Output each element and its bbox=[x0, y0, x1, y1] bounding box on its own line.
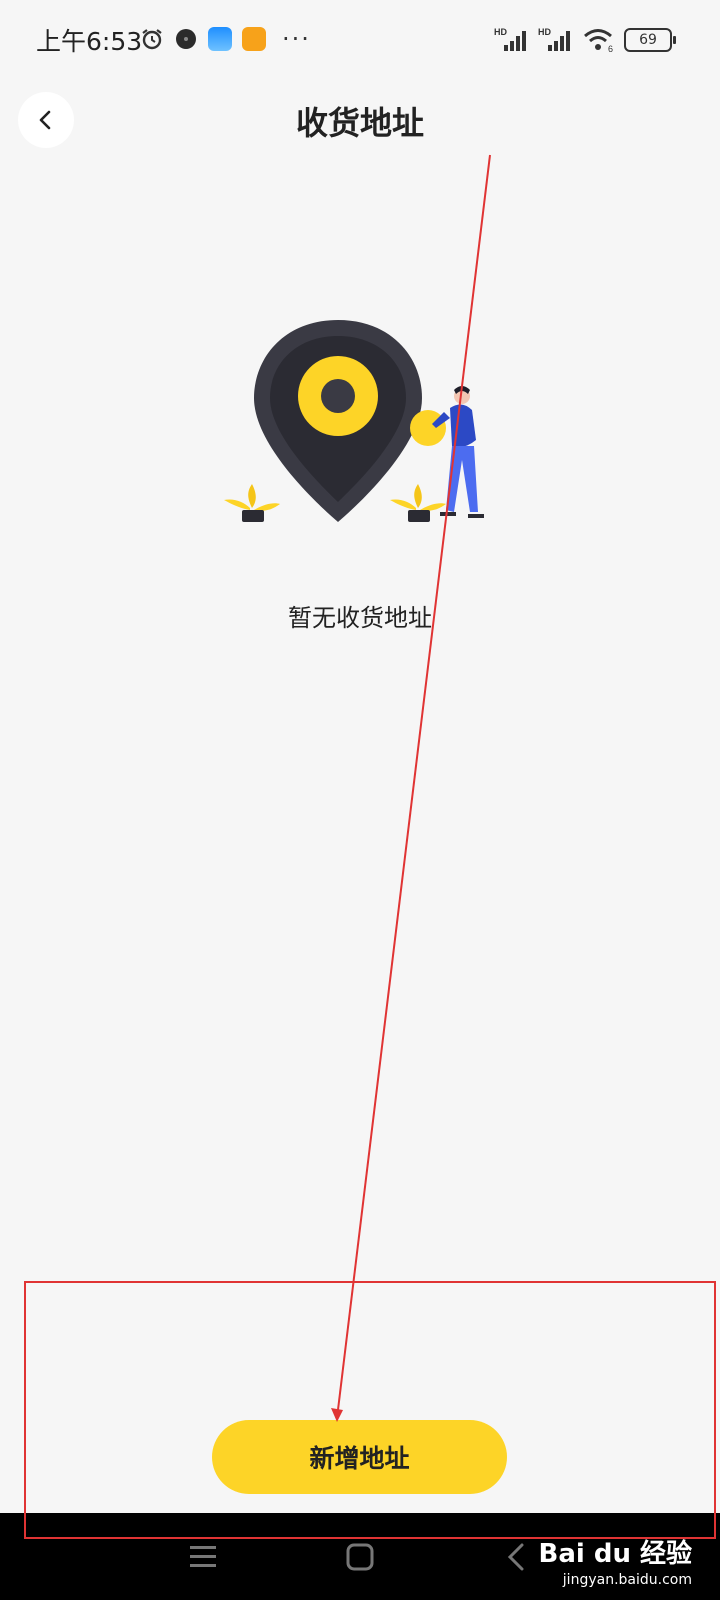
baidu-jingyan-watermark: Bai du 经验 jingyan.baidu.com bbox=[539, 1533, 693, 1588]
watermark-url: jingyan.baidu.com bbox=[562, 1572, 692, 1588]
wifi-icon: 6 bbox=[584, 29, 613, 53]
status-time: 上午6:53 bbox=[36, 27, 143, 56]
signal-icon: HD bbox=[494, 27, 526, 51]
plant-left bbox=[224, 484, 280, 522]
signal-hd-label: HD bbox=[494, 27, 507, 37]
person-figure bbox=[432, 386, 484, 518]
app-dark-dot-icon bbox=[176, 29, 196, 49]
page-header: 收货地址 bbox=[0, 84, 720, 156]
back-triangle-icon bbox=[507, 1543, 524, 1571]
nav-menu-button[interactable] bbox=[181, 1535, 225, 1579]
page-title: 收货地址 bbox=[295, 104, 424, 142]
status-bar: 上午6:53 ··· HD HD 6 69 bbox=[0, 0, 720, 80]
annotation-highlight-box bbox=[24, 1281, 716, 1539]
signal-icon-2: HD bbox=[538, 27, 570, 51]
home-square-icon bbox=[346, 1543, 374, 1571]
menu-icon bbox=[190, 1546, 216, 1567]
status-icons-left: ··· bbox=[140, 22, 311, 56]
watermark-brand: Bai du 经验 bbox=[538, 1539, 693, 1569]
nav-back-button[interactable] bbox=[494, 1535, 538, 1579]
battery-indicator: 69 bbox=[624, 28, 676, 52]
cloud-app-icon bbox=[208, 27, 232, 51]
add-address-button[interactable]: 新增地址 bbox=[212, 1420, 507, 1494]
annotation-arrow bbox=[331, 154, 491, 1422]
alarm-icon bbox=[142, 29, 162, 50]
nav-home-button[interactable] bbox=[338, 1535, 382, 1579]
empty-state-text: 暂无收货地址 bbox=[288, 604, 432, 632]
signal-hd-label-2: HD bbox=[538, 27, 551, 37]
wifi-sub-label: 6 bbox=[608, 44, 613, 53]
notes-app-icon bbox=[242, 27, 266, 51]
plant-right bbox=[390, 484, 446, 522]
location-pin-with-person-illustration bbox=[224, 320, 484, 522]
more-notifications-icon: ··· bbox=[282, 25, 311, 53]
status-icons-right: HD HD 6 69 bbox=[494, 24, 676, 56]
